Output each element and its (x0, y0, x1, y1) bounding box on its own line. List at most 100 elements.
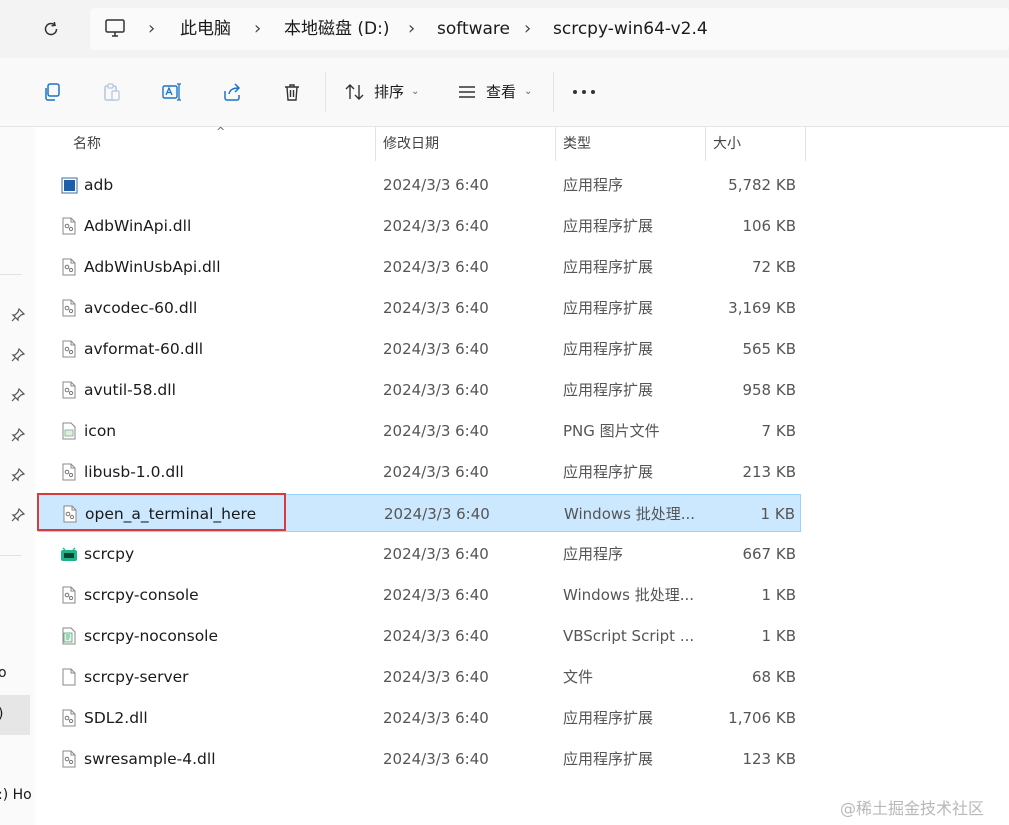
sort-chevron-down-icon[interactable]: ⌄ (411, 80, 419, 104)
file-row[interactable]: AdbWinUsbApi.dll 2024/3/3 6:40 应用程序扩展 72 KB (38, 248, 801, 286)
column-divider[interactable] (375, 127, 376, 161)
dll-file-icon (60, 463, 78, 481)
file-row-selected[interactable]: open_a_terminal_here 2024/3/3 6:40 Windows… (38, 494, 801, 532)
file-name: scrcpy-server (84, 668, 189, 686)
sort-button[interactable] (340, 77, 370, 107)
column-divider[interactable] (805, 127, 806, 161)
file-name: libusb-1.0.dll (84, 463, 184, 481)
file-row[interactable]: scrcpy 2024/3/3 6:40 应用程序 667 KB (38, 535, 801, 573)
breadcrumb-this-pc[interactable]: 此电脑 (180, 8, 231, 50)
delete-icon (285, 84, 299, 101)
file-row[interactable]: icon 2024/3/3 6:40 PNG 图片文件 7 KB (38, 412, 801, 450)
file-row[interactable]: adb 2024/3/3 6:40 应用程序 5,782 KB (38, 166, 801, 204)
file-date-modified: 2024/3/3 6:40 (383, 258, 489, 276)
column-header-date[interactable]: 修改日期 (383, 127, 439, 161)
more-icon (573, 90, 595, 94)
column-header-name[interactable]: 名称 (73, 127, 101, 161)
file-row[interactable]: avformat-60.dll 2024/3/3 6:40 应用程序扩展 565 KB (38, 330, 801, 368)
file-size: 68 KB (752, 668, 796, 686)
address-bar-row: › 此电脑 › 本地磁盘 (D:) › software › scrcpy-wi… (0, 0, 1009, 58)
column-header-size[interactable]: 大小 (713, 127, 741, 161)
sort-ascending-icon: ^ (216, 125, 226, 138)
dll-file-icon (60, 299, 78, 317)
vbscript-file-icon (60, 627, 78, 645)
file-size: 1 KB (761, 586, 796, 604)
file-size: 958 KB (742, 381, 796, 399)
column-divider[interactable] (555, 127, 556, 161)
file-size: 1 KB (760, 505, 795, 523)
file-type: PNG 图片文件 (563, 422, 660, 440)
file-date-modified: 2024/3/3 6:40 (383, 586, 489, 604)
file-row[interactable]: AdbWinApi.dll 2024/3/3 6:40 应用程序扩展 106 KB (38, 207, 801, 245)
view-icon (459, 86, 475, 98)
copy-button[interactable] (37, 77, 67, 107)
view-chevron-down-icon[interactable]: ⌄ (524, 80, 532, 104)
file-type: 应用程序扩展 (563, 463, 654, 481)
more-button[interactable] (569, 77, 599, 107)
pin-icon[interactable] (10, 347, 26, 363)
share-icon (224, 83, 241, 101)
file-date-modified: 2024/3/3 6:40 (383, 750, 489, 768)
toolbar-separator (325, 72, 326, 112)
file-name: scrcpy (84, 545, 135, 563)
view-button[interactable] (452, 77, 482, 107)
file-date-modified: 2024/3/3 6:40 (384, 505, 490, 523)
file-date-modified: 2024/3/3 6:40 (383, 299, 489, 317)
nav-item-partial[interactable]: o (0, 665, 7, 681)
file-row[interactable]: SDL2.dll 2024/3/3 6:40 应用程序扩展 1,706 KB (38, 699, 801, 737)
rename-button[interactable] (157, 77, 187, 107)
file-row[interactable]: scrcpy-noconsole 2024/3/3 6:40 VBScript Sc… (38, 617, 801, 655)
dll-file-icon (60, 258, 78, 276)
file-type: 应用程序扩展 (563, 258, 654, 276)
column-header-row: ^ 名称 修改日期 类型 大小 (35, 125, 1009, 161)
pin-icon[interactable] (10, 307, 26, 323)
file-date-modified: 2024/3/3 6:40 (383, 545, 489, 563)
file-row[interactable]: avutil-58.dll 2024/3/3 6:40 应用程序扩展 958 KB (38, 371, 801, 409)
sort-icon (345, 84, 364, 100)
breadcrumb-local-disk[interactable]: 本地磁盘 (D:) (284, 8, 390, 50)
pin-icon[interactable] (10, 427, 26, 443)
file-name: AdbWinUsbApi.dll (84, 258, 221, 276)
dll-file-icon (60, 217, 78, 235)
file-name: open_a_terminal_here (85, 505, 257, 523)
column-divider[interactable] (705, 127, 706, 161)
pin-icon[interactable] (10, 467, 26, 483)
paste-button[interactable] (97, 77, 127, 107)
file-row[interactable]: avcodec-60.dll 2024/3/3 6:40 应用程序扩展 3,169 K… (38, 289, 801, 327)
file-row[interactable]: scrcpy-server 2024/3/3 6:40 文件 68 KB (38, 658, 801, 696)
address-box[interactable]: › 此电脑 › 本地磁盘 (D:) › software › scrcpy-wi… (90, 8, 1009, 50)
file-type: Windows 批处理... (563, 586, 695, 604)
file-date-modified: 2024/3/3 6:40 (383, 463, 489, 481)
file-type: 应用程序 (563, 545, 624, 563)
share-button[interactable] (217, 77, 247, 107)
file-size: 5,782 KB (728, 176, 796, 194)
nav-item-selected[interactable]: ) (0, 695, 30, 735)
file-date-modified: 2024/3/3 6:40 (383, 217, 489, 235)
file-type: 文件 (563, 668, 594, 686)
file-row[interactable]: scrcpy-console 2024/3/3 6:40 Windows 批处理..… (38, 576, 801, 614)
file-name: SDL2.dll (84, 709, 148, 727)
breadcrumb-software[interactable]: software (437, 8, 510, 50)
file-date-modified: 2024/3/3 6:40 (383, 422, 489, 440)
computer-icon[interactable] (104, 18, 126, 42)
refresh-button[interactable] (36, 14, 66, 44)
file-row[interactable]: swresample-4.dll 2024/3/3 6:40 应用程序扩展 123 K… (38, 740, 801, 778)
view-label[interactable]: 查看 (486, 80, 516, 104)
breadcrumb-chevron[interactable]: › (408, 8, 415, 50)
file-type: 应用程序扩展 (563, 709, 654, 727)
dll-file-icon (60, 750, 78, 768)
pin-icon[interactable] (10, 507, 26, 523)
column-header-type[interactable]: 类型 (563, 127, 591, 161)
breadcrumb-chevron[interactable]: › (254, 8, 261, 50)
delete-button[interactable] (277, 77, 307, 107)
sort-label[interactable]: 排序 (374, 80, 404, 104)
breadcrumb-chevron[interactable]: › (524, 8, 531, 50)
file-name: icon (84, 422, 117, 440)
nav-item-partial: ) (0, 706, 3, 722)
breadcrumb-chevron[interactable]: › (148, 8, 155, 50)
breadcrumb-current-folder[interactable]: scrcpy-win64-v2.4 (553, 8, 708, 50)
dll-file-icon (60, 709, 78, 727)
nav-item-partial[interactable]: :) Ho (0, 787, 32, 803)
file-row[interactable]: libusb-1.0.dll 2024/3/3 6:40 应用程序扩展 213 KB (38, 453, 801, 491)
pin-icon[interactable] (10, 387, 26, 403)
